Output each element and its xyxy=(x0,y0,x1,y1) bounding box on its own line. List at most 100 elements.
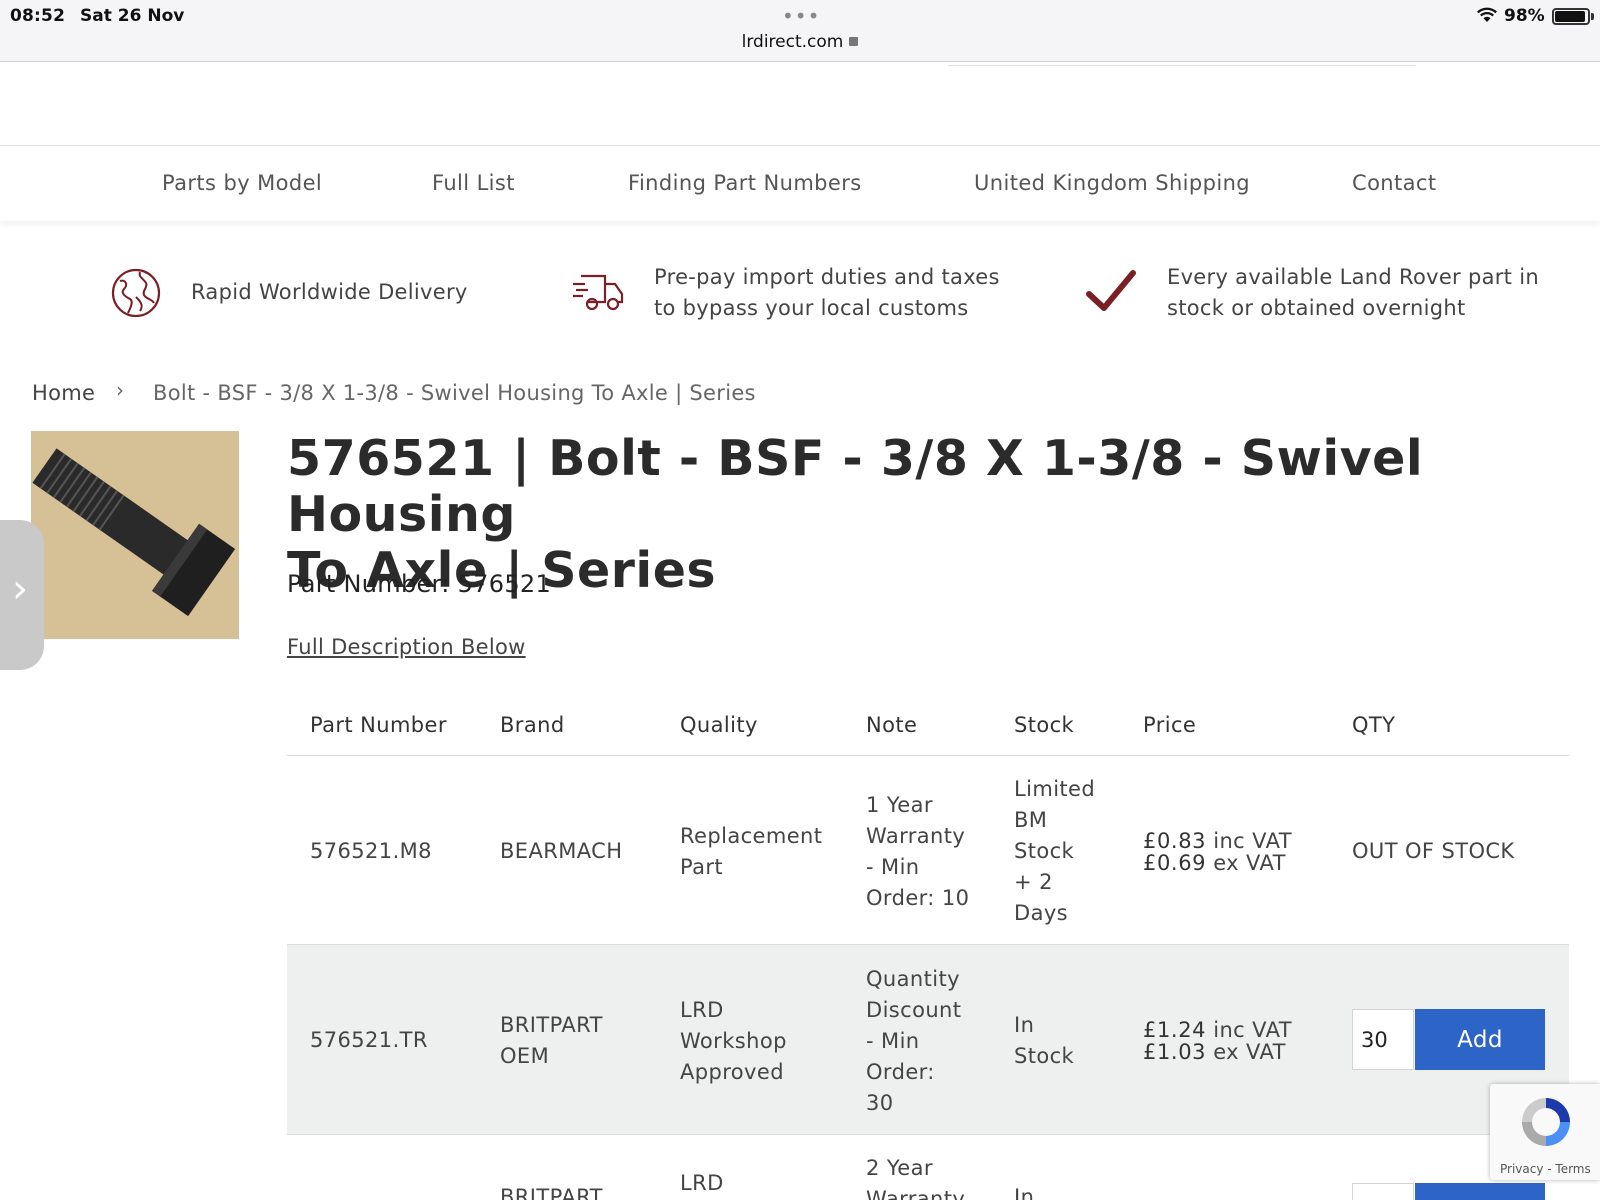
header-note: Note xyxy=(866,713,918,737)
cell-line: Discount xyxy=(866,998,962,1022)
price-value: £0.83 xyxy=(1143,829,1207,853)
part-number: Part Number: 576521 xyxy=(287,570,552,598)
bolt-image xyxy=(31,431,239,639)
nav-contact[interactable]: Contact xyxy=(1352,171,1437,195)
price-inc-vat: £0.83 inc VAT xyxy=(1143,830,1292,852)
header-qty: QTY xyxy=(1352,713,1396,737)
cell-line: Stock xyxy=(1014,839,1075,863)
feature-rapid-delivery: Rapid Worldwide Delivery xyxy=(191,277,468,308)
nav-uk-shipping[interactable]: United Kingdom Shipping xyxy=(974,171,1250,195)
status-time: 08:52 xyxy=(10,6,66,26)
cell-stock: In xyxy=(1014,1182,1034,1200)
cell-line: BRITPART xyxy=(500,1185,603,1200)
cell-line: Warranty xyxy=(866,1187,966,1200)
cell-brand: BRITPART OEM xyxy=(500,1010,603,1072)
price-unit: inc VAT xyxy=(1213,1018,1292,1042)
header-brand: Brand xyxy=(500,713,565,737)
header-price: Price xyxy=(1143,713,1197,737)
wifi-icon xyxy=(1477,7,1497,22)
side-panel-tab[interactable]: › xyxy=(0,520,44,670)
header-strip xyxy=(0,62,1600,146)
browser-status-bar: 08:52 Sat 26 Nov ••• lrdirect.com 98% xyxy=(0,0,1600,62)
table-divider xyxy=(287,1134,1569,1135)
battery-icon xyxy=(1552,8,1590,25)
cell-line: Days xyxy=(1014,901,1069,925)
chevron-right-icon: › xyxy=(12,566,28,612)
price-ex-vat: £1.03 ex VAT xyxy=(1143,1041,1292,1063)
cell-line: BM xyxy=(1014,808,1048,832)
cell-line: In xyxy=(1014,1185,1035,1200)
checkmark-icon xyxy=(1086,270,1136,311)
more-options-icon[interactable]: ••• xyxy=(782,4,820,28)
recaptcha-privacy-terms[interactable]: Privacy - Terms xyxy=(1500,1162,1591,1176)
price-value: £0.69 xyxy=(1143,851,1207,875)
price-unit: ex VAT xyxy=(1213,851,1286,875)
cell-line: 2 Year xyxy=(866,1156,933,1180)
chevron-right-icon: › xyxy=(116,378,124,402)
cell-quality: LRD Workshop Approved xyxy=(680,995,787,1088)
cell-note: Quantity Discount - Min Order: 30 xyxy=(866,964,961,1119)
main-nav: Parts by Model Full List Finding Part Nu… xyxy=(0,147,1600,221)
cell-part-number: 576521.M8 xyxy=(310,839,432,863)
header-quality: Quality xyxy=(680,713,758,737)
cell-note: 1 Year Warranty - Min Order: 10 xyxy=(866,790,969,914)
feature-line: Pre-pay import duties and taxes xyxy=(654,265,1000,289)
feature-every-part: Every available Land Rover part in stock… xyxy=(1167,262,1539,324)
feature-prepay-duties: Pre-pay import duties and taxes to bypas… xyxy=(654,262,1000,324)
cell-line: 30 xyxy=(866,1091,894,1115)
full-description-link[interactable]: Full Description Below xyxy=(287,635,526,659)
price-unit: inc VAT xyxy=(1213,829,1292,853)
url-text: lrdirect.com xyxy=(741,32,844,52)
cell-line: LRD xyxy=(680,1171,724,1195)
cell-line: Stock xyxy=(1014,1044,1075,1068)
product-title-line: 576521 | Bolt - BSF - 3/8 X 1-3/8 - Swiv… xyxy=(287,430,1424,543)
add-button-partial[interactable] xyxy=(1415,1183,1545,1200)
quantity-input[interactable] xyxy=(1352,1009,1414,1070)
feature-line: Rapid Worldwide Delivery xyxy=(191,280,468,304)
cell-stock: Limited BM Stock + 2 Days xyxy=(1014,774,1095,929)
cell-line: BRITPART xyxy=(500,1013,603,1037)
lock-icon xyxy=(849,37,859,46)
price-unit: ex VAT xyxy=(1213,1040,1286,1064)
cell-line: - Min xyxy=(866,855,920,879)
header-part-number: Part Number xyxy=(310,713,447,737)
price-inc-vat: £1.24 inc VAT xyxy=(1143,1019,1292,1041)
cell-quality: LRD xyxy=(680,1168,724,1199)
feature-line: to bypass your local customs xyxy=(654,296,969,320)
header-stock: Stock xyxy=(1014,713,1075,737)
feature-line: Every available Land Rover part in xyxy=(1167,265,1539,289)
cell-line: Order: 10 xyxy=(866,886,970,910)
globe-icon xyxy=(111,268,161,318)
cell-line: OEM xyxy=(500,1044,550,1068)
nav-parts-by-model[interactable]: Parts by Model xyxy=(162,171,322,195)
cell-line: Warranty xyxy=(866,824,966,848)
cell-line: Approved xyxy=(680,1060,784,1084)
cell-line: Part xyxy=(680,855,724,879)
cell-line: LRD xyxy=(680,998,724,1022)
quantity-input-partial[interactable] xyxy=(1352,1183,1414,1200)
cell-price: £0.83 inc VAT £0.69 ex VAT xyxy=(1143,830,1292,874)
cell-quality: Replacement Part xyxy=(680,821,822,883)
battery-percent: 98% xyxy=(1504,6,1545,26)
breadcrumb-current: Bolt - BSF - 3/8 X 1-3/8 - Swivel Housin… xyxy=(153,381,756,405)
cell-line: In xyxy=(1014,1013,1035,1037)
feature-line: stock or obtained overnight xyxy=(1167,296,1466,320)
nav-full-list[interactable]: Full List xyxy=(432,171,515,195)
address-bar[interactable]: lrdirect.com xyxy=(0,32,1600,52)
nav-finding-part-numbers[interactable]: Finding Part Numbers xyxy=(628,171,862,195)
breadcrumb-home[interactable]: Home xyxy=(32,381,95,405)
status-date: Sat 26 Nov xyxy=(80,6,185,26)
cell-note: 2 Year Warranty xyxy=(866,1153,965,1200)
cell-line: Limited xyxy=(1014,777,1096,801)
price-value: £1.03 xyxy=(1143,1040,1207,1064)
cell-line: 1 Year xyxy=(866,793,933,817)
product-image[interactable] xyxy=(31,431,239,639)
cell-line: + 2 xyxy=(1014,870,1053,894)
recaptcha-badge[interactable]: Privacy - Terms xyxy=(1490,1084,1600,1180)
recaptcha-icon xyxy=(1522,1098,1570,1146)
cell-stock: In Stock xyxy=(1014,1010,1074,1072)
cell-line: Replacement xyxy=(680,824,823,848)
add-to-cart-button[interactable]: Add xyxy=(1415,1009,1545,1070)
cell-line: BEARMACH xyxy=(500,839,623,863)
price-ex-vat: £0.69 ex VAT xyxy=(1143,852,1292,874)
